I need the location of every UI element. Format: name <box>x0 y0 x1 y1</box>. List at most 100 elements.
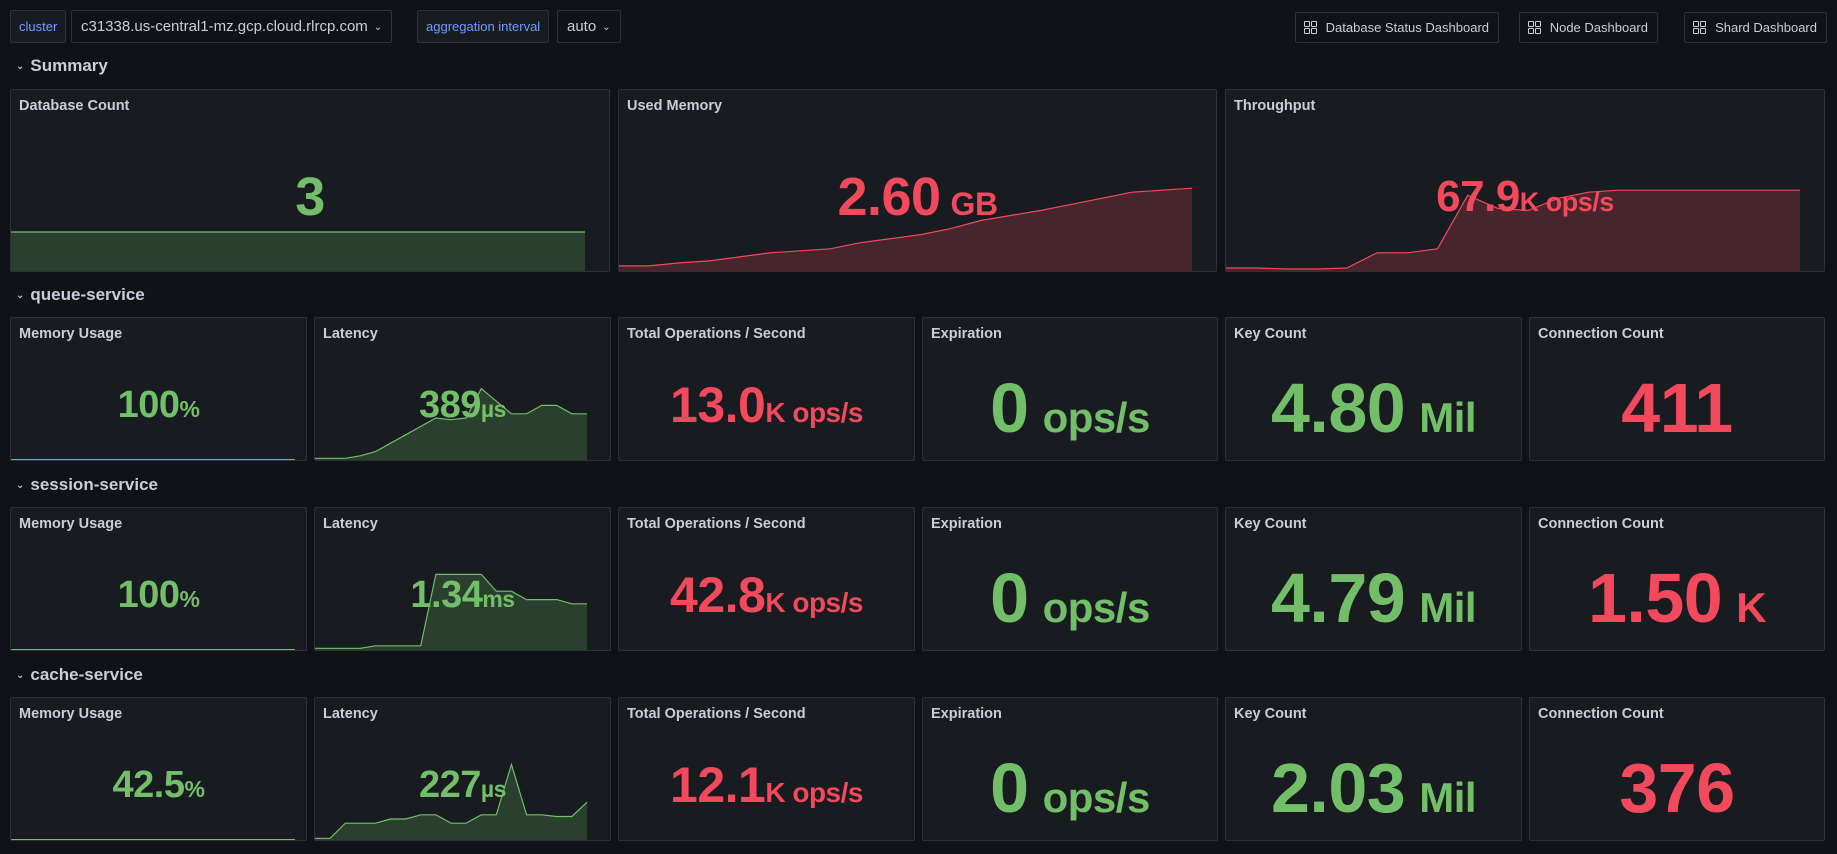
stat-value: 3 <box>295 167 325 227</box>
panel-memory-usage[interactable]: Memory Usage 100% <box>10 507 307 651</box>
memory-usage-value: 100% <box>11 384 306 427</box>
row-title: queue-service <box>30 285 145 304</box>
key-count-value: 4.79 Mil <box>1226 558 1521 638</box>
stat-value: 100 <box>117 574 180 616</box>
total-ops-value: 42.8K ops/s <box>619 566 914 624</box>
stat-unit: ops/s <box>1042 394 1151 441</box>
latency-value: 227µs <box>315 764 610 807</box>
stat-unit: % <box>184 776 205 802</box>
panel-connection-count[interactable]: Connection Count 411 <box>1529 317 1825 461</box>
chevron-down-icon: ⌄ <box>16 480 25 491</box>
chevron-down-icon: ⌄ <box>373 22 383 33</box>
panel-key-count[interactable]: Key Count 4.80 Mil <box>1225 317 1522 461</box>
total-ops-value: 12.1K ops/s <box>619 756 914 814</box>
total-ops-value: 13.0K ops/s <box>619 376 914 434</box>
memory-usage-baseline <box>11 839 295 840</box>
panel-title: Expiration <box>931 326 1002 342</box>
sparkline-area <box>11 232 585 271</box>
stat-unit: % <box>179 586 200 612</box>
panel-connection-count[interactable]: Connection Count 376 <box>1529 697 1825 841</box>
dashboard-controls: cluster c31338.us-central1-mz.gcp.cloud.… <box>10 10 1827 43</box>
memory-usage-baseline <box>11 649 295 650</box>
connection-count-value: 411 <box>1530 368 1824 448</box>
stat-value: 100 <box>117 384 180 426</box>
shard-dashboard-link[interactable]: Shard Dashboard <box>1684 12 1827 43</box>
panel-latency[interactable]: Latency 227µs <box>314 697 611 841</box>
panel-title: Key Count <box>1234 326 1307 342</box>
node-dashboard-label: Node Dashboard <box>1549 20 1648 35</box>
panel-latency[interactable]: Latency 389µs <box>314 317 611 461</box>
panel-memory-usage[interactable]: Memory Usage 42.5% <box>10 697 307 841</box>
panel-database-count[interactable]: Database Count 3 <box>10 89 610 272</box>
aggregation-interval-value: auto <box>567 18 597 35</box>
stat-unit: K ops/s <box>1519 187 1615 217</box>
aggregation-interval-select[interactable]: auto ⌄ <box>557 10 621 43</box>
panel-expiration[interactable]: Expiration 0 ops/s <box>922 507 1218 651</box>
panel-key-count[interactable]: Key Count 2.03 Mil <box>1225 697 1522 841</box>
stat-unit: K ops/s <box>765 777 863 808</box>
stat-value: 13.0 <box>670 377 766 433</box>
expiration-value: 0 ops/s <box>923 368 1217 448</box>
panel-throughput[interactable]: Throughput 67.9K ops/s <box>1225 89 1825 272</box>
dashboard-grid-icon <box>1527 21 1541 34</box>
panel-title: Key Count <box>1234 706 1307 722</box>
database-status-dashboard-link[interactable]: Database Status Dashboard <box>1294 12 1499 43</box>
cluster-select-value: c31338.us-central1-mz.gcp.cloud.rlrcp.co… <box>81 18 368 35</box>
row-summary[interactable]: ⌄ Summary <box>16 56 108 76</box>
latency-value: 1.34ms <box>315 574 610 617</box>
panel-total-ops[interactable]: Total Operations / Second 12.1K ops/s <box>618 697 915 841</box>
stat-value: 2.03 <box>1270 749 1406 827</box>
throughput-value: 67.9K ops/s <box>1226 172 1824 222</box>
stat-unit: GB <box>950 186 999 222</box>
stat-value: 4.79 <box>1270 559 1406 637</box>
row-queue-service[interactable]: ⌄ queue-service <box>16 285 145 305</box>
stat-value: 0 <box>990 369 1029 447</box>
stat-value: 0 <box>990 559 1029 637</box>
stat-value: 389 <box>419 384 481 426</box>
stat-unit: µs <box>480 776 507 802</box>
stat-value: 2.60 <box>837 167 941 227</box>
cluster-select[interactable]: c31338.us-central1-mz.gcp.cloud.rlrcp.co… <box>71 10 393 43</box>
latency-value: 389µs <box>315 384 610 427</box>
panel-expiration[interactable]: Expiration 0 ops/s <box>922 697 1218 841</box>
stat-value: 1.34 <box>410 574 483 616</box>
used-memory-value: 2.60 GB <box>619 166 1216 228</box>
expiration-value: 0 ops/s <box>923 558 1217 638</box>
row-title: Summary <box>30 56 108 75</box>
panel-key-count[interactable]: Key Count 4.79 Mil <box>1225 507 1522 651</box>
row-title: cache-service <box>30 665 143 684</box>
database-status-dashboard-label: Database Status Dashboard <box>1325 20 1489 35</box>
key-count-value: 2.03 Mil <box>1226 748 1521 828</box>
panel-title: Connection Count <box>1538 706 1664 722</box>
panel-latency[interactable]: Latency 1.34ms <box>314 507 611 651</box>
panel-total-ops[interactable]: Total Operations / Second 13.0K ops/s <box>618 317 915 461</box>
stat-value: 67.9 <box>1436 172 1520 221</box>
node-dashboard-link[interactable]: Node Dashboard <box>1518 12 1658 43</box>
stat-value: 4.80 <box>1270 369 1406 447</box>
memory-usage-value: 42.5% <box>11 764 306 807</box>
row-session-service[interactable]: ⌄ session-service <box>16 475 158 495</box>
panel-title: Expiration <box>931 516 1002 532</box>
connection-count-value: 1.50 K <box>1530 558 1824 638</box>
stat-value: 1.50 <box>1587 559 1723 637</box>
stat-value: 42.5 <box>112 764 185 806</box>
panel-title: Expiration <box>931 706 1002 722</box>
panel-connection-count[interactable]: Connection Count 1.50 K <box>1529 507 1825 651</box>
panel-used-memory[interactable]: Used Memory 2.60 GB <box>618 89 1217 272</box>
database-count-value: 3 <box>11 166 609 228</box>
row-cache-service[interactable]: ⌄ cache-service <box>16 665 143 685</box>
stat-unit: Mil <box>1419 774 1477 821</box>
panel-title: Memory Usage <box>19 706 123 722</box>
panel-title: Memory Usage <box>19 326 123 342</box>
panel-expiration[interactable]: Expiration 0 ops/s <box>922 317 1218 461</box>
chevron-down-icon: ⌄ <box>16 670 25 681</box>
row-title: session-service <box>30 475 158 494</box>
panel-total-ops[interactable]: Total Operations / Second 42.8K ops/s <box>618 507 915 651</box>
key-count-value: 4.80 Mil <box>1226 368 1521 448</box>
cluster-variable-label: cluster <box>10 10 67 43</box>
stat-unit: ops/s <box>1042 584 1151 631</box>
panel-memory-usage[interactable]: Memory Usage 100% <box>10 317 307 461</box>
shard-dashboard-label: Shard Dashboard <box>1715 20 1817 35</box>
panel-title: Total Operations / Second <box>627 326 806 342</box>
memory-usage-value: 100% <box>11 574 306 617</box>
